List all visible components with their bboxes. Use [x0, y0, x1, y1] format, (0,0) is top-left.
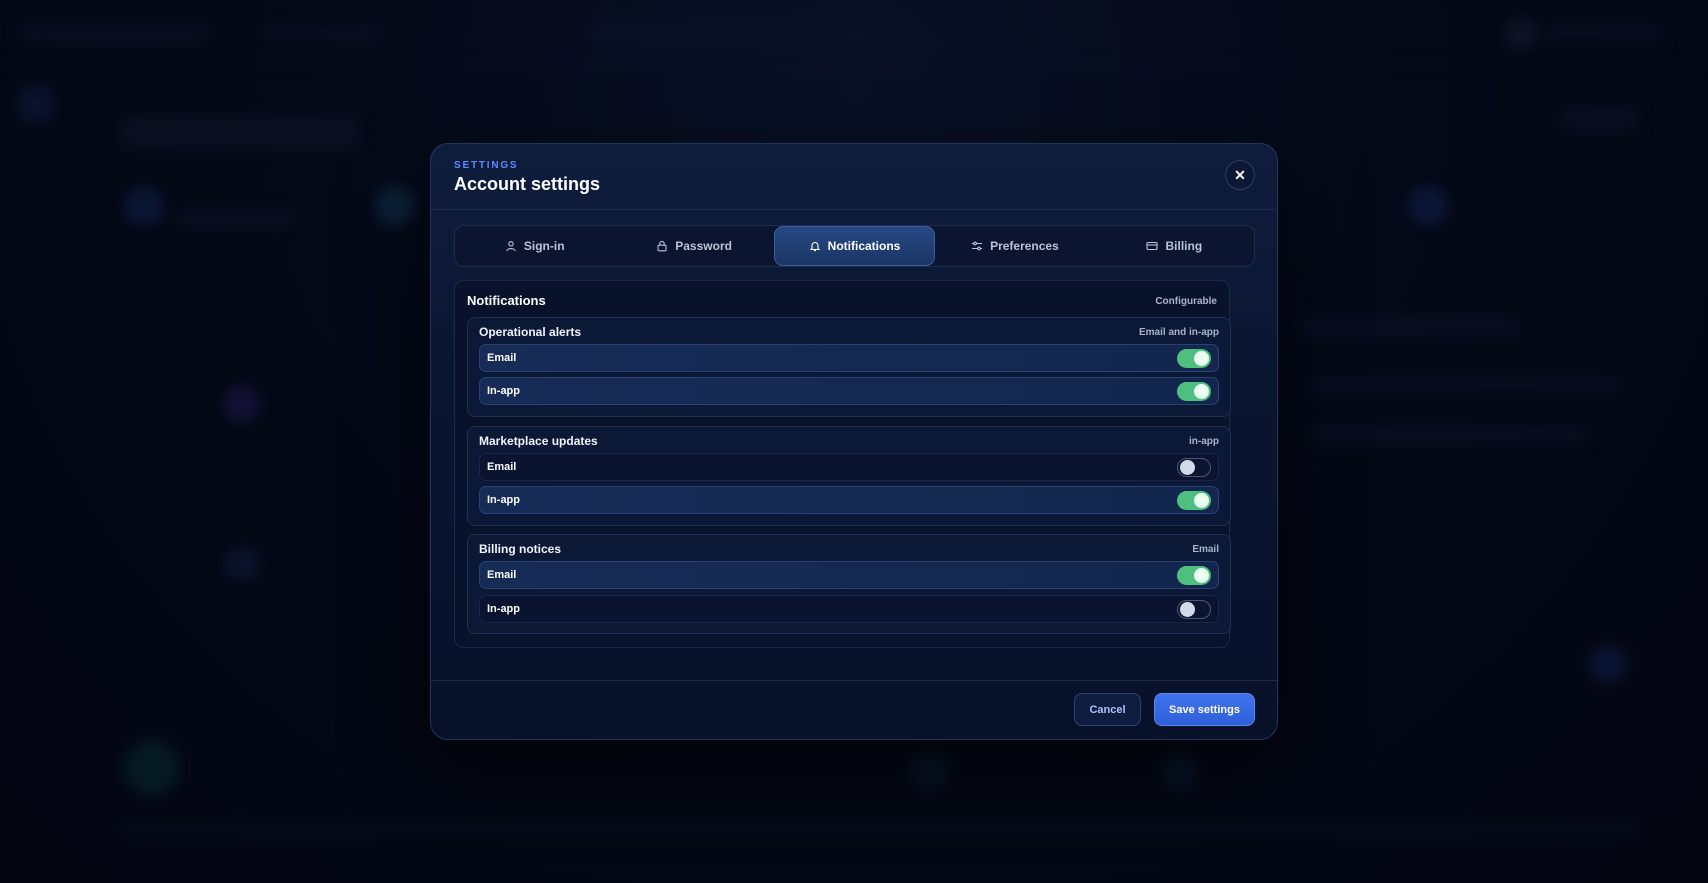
dialog-footer-divider: [431, 680, 1277, 681]
toggle-knob: [1194, 492, 1209, 508]
group-title: Billing notices: [479, 542, 562, 556]
save-settings-button[interactable]: Save settings: [1154, 693, 1255, 726]
tab-label: Sign-in: [523, 239, 565, 253]
in-app-toggle[interactable]: [1177, 599, 1211, 619]
toggle-knob: [1194, 567, 1209, 583]
row-label: In-app: [487, 603, 520, 615]
tab-label: Billing: [1165, 239, 1203, 253]
tab-preferences[interactable]: Preferences: [935, 226, 1094, 266]
group-operational-alerts: Operational alerts Email and in-app Emai…: [467, 317, 1231, 417]
tab-label: Preferences: [990, 239, 1059, 253]
toggle-knob: [1180, 601, 1195, 617]
notification-row: Email: [479, 561, 1219, 589]
close-icon: ✕: [1234, 166, 1246, 183]
group-marketplace-updates: Marketplace updates in-app Email In-app: [467, 426, 1231, 526]
dialog-eyebrow: SETTINGS: [454, 160, 519, 171]
dialog-header: SETTINGS Account settings ✕: [431, 144, 1277, 210]
lock-icon: [657, 240, 667, 252]
email-toggle[interactable]: [1177, 457, 1211, 477]
in-app-toggle[interactable]: [1177, 490, 1211, 510]
row-label: In-app: [487, 494, 520, 506]
cancel-button[interactable]: Cancel: [1074, 693, 1141, 726]
toggle-knob: [1194, 350, 1209, 366]
tab-billing[interactable]: Billing: [1095, 226, 1254, 266]
panel-title: Notifications: [467, 293, 546, 308]
row-label: Email: [487, 461, 517, 473]
group-channels: Email: [1192, 544, 1219, 555]
notification-row: Email: [479, 453, 1219, 481]
card-icon: [1146, 241, 1159, 251]
notifications-panel: Notifications Configurable Operational a…: [454, 280, 1231, 648]
notification-row: In-app: [479, 486, 1219, 514]
notification-row: In-app: [479, 595, 1219, 623]
account-settings-dialog: SETTINGS Account settings ✕ Sign-in Pass…: [430, 143, 1278, 740]
dialog-title: Account settings: [454, 174, 601, 194]
settings-tabs: Sign-in Password Notifications Preferenc…: [454, 225, 1255, 267]
row-label: In-app: [487, 385, 520, 397]
toggle-knob: [1180, 459, 1195, 475]
sliders-icon: [972, 241, 983, 251]
tab-label: Password: [675, 239, 732, 253]
close-button[interactable]: ✕: [1225, 160, 1255, 190]
group-title: Operational alerts: [479, 325, 582, 339]
bell-icon: [809, 242, 820, 252]
tab-label: Notifications: [827, 239, 901, 253]
tab-notifications[interactable]: Notifications: [773, 226, 936, 266]
user-icon: [506, 241, 516, 252]
group-channels: Email and in-app: [1138, 327, 1219, 338]
notification-row: Email: [479, 344, 1219, 372]
toggle-knob: [1194, 383, 1209, 399]
group-billing-notices: Billing notices Email Email In-app: [467, 534, 1231, 634]
row-label: Email: [487, 352, 517, 364]
email-toggle[interactable]: [1177, 565, 1211, 585]
panel-status: Configurable: [1155, 296, 1217, 307]
tab-password[interactable]: Password: [614, 226, 773, 266]
group-title: Marketplace updates: [479, 434, 598, 448]
group-channels: in-app: [1189, 436, 1219, 447]
in-app-toggle[interactable]: [1177, 381, 1211, 401]
row-label: Email: [487, 569, 517, 581]
tab-sign-in[interactable]: Sign-in: [455, 226, 614, 266]
notification-row: In-app: [479, 377, 1219, 405]
email-toggle[interactable]: [1177, 348, 1211, 368]
